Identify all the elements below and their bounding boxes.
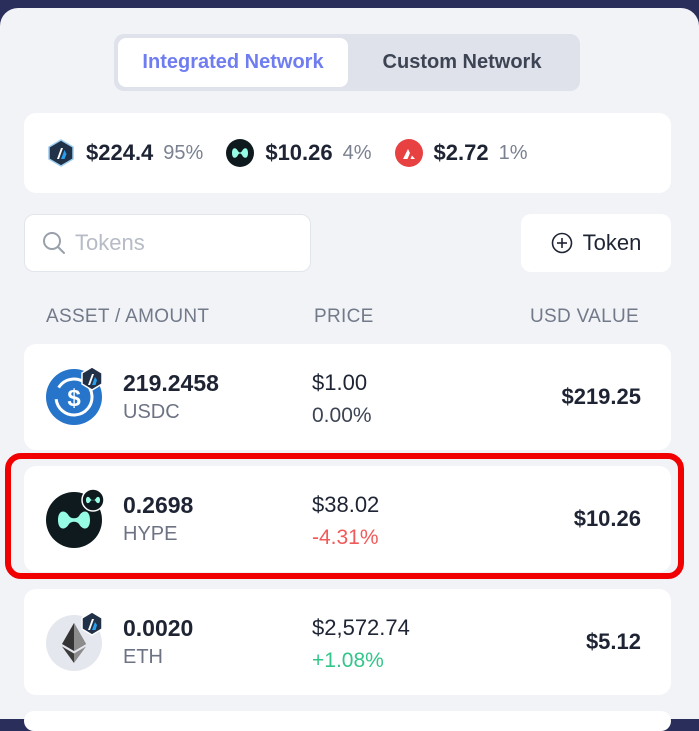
asset-symbol: USDC [123,401,180,423]
summary-item-avalanche: $2.72 1% [394,138,528,168]
search-icon [43,232,65,254]
asset-change: +1.08% [312,649,384,672]
asset-row-hype[interactable]: 0.2698 HYPE $38.02 -4.31% $10.26 [24,466,671,572]
asset-amount: 219.2458 [123,370,219,396]
asset-change: 0.00% [312,404,372,427]
arbitrum-icon [81,611,103,636]
asset-row-partial[interactable] [24,711,671,731]
asset-price: $1.00 [312,370,368,395]
summary-value: $2.72 [433,140,489,165]
arbitrum-icon [81,366,103,391]
plus-circle-icon [551,232,572,254]
column-header-usd: USD VALUE [530,306,639,327]
summary-value: $224.4 [86,140,154,165]
asset-amount: 0.0020 [123,615,194,641]
add-token-button[interactable]: Token [521,214,671,272]
asset-symbol: ETH [123,646,163,668]
hyperliquid-icon [81,488,105,512]
add-token-label: Token [582,230,642,255]
summary-percent: 95% [163,141,204,164]
asset-usd-value: $5.12 [585,629,641,654]
column-header-asset: ASSET / AMOUNT [46,306,210,327]
asset-symbol: HYPE [123,523,178,545]
asset-price: $2,572.74 [312,615,410,640]
avalanche-icon [394,139,423,167]
summary-percent: 4% [342,141,372,164]
summary-value: $10.26 [265,140,333,165]
summary-percent: 1% [498,141,528,164]
asset-price: $38.02 [312,492,380,517]
search-input[interactable] [73,229,297,257]
asset-row-eth[interactable]: 0.0020 ETH $2,572.74 +1.08% $5.12 [24,589,671,695]
asset-usd-value: $10.26 [573,506,641,531]
asset-usd-value: $219.25 [561,384,641,409]
network-tabs: Integrated Network Custom Network [114,34,580,91]
summary-item-arbitrum: $224.4 95% [46,138,203,168]
token-search[interactable] [24,214,311,272]
usdc-icon: $ [46,366,103,425]
asset-row-usdc[interactable]: $ 219.2458 USDC $1.00 0.00% $219.25 [24,344,671,450]
hype-icon [46,488,105,548]
tab-custom-network[interactable]: Custom Network [348,38,576,87]
asset-change: -4.31% [312,526,379,549]
column-header-price: PRICE [314,306,374,327]
svg-text:$: $ [67,385,81,412]
network-summary: $224.4 95% $10.26 4% $2.72 1% [24,113,671,193]
hyperliquid-icon [226,139,255,167]
summary-item-hyperliquid: $10.26 4% [225,138,372,168]
arbitrum-icon [48,139,74,167]
asset-amount: 0.2698 [123,492,194,518]
tab-integrated-network[interactable]: Integrated Network [118,38,348,87]
eth-icon [46,611,103,671]
